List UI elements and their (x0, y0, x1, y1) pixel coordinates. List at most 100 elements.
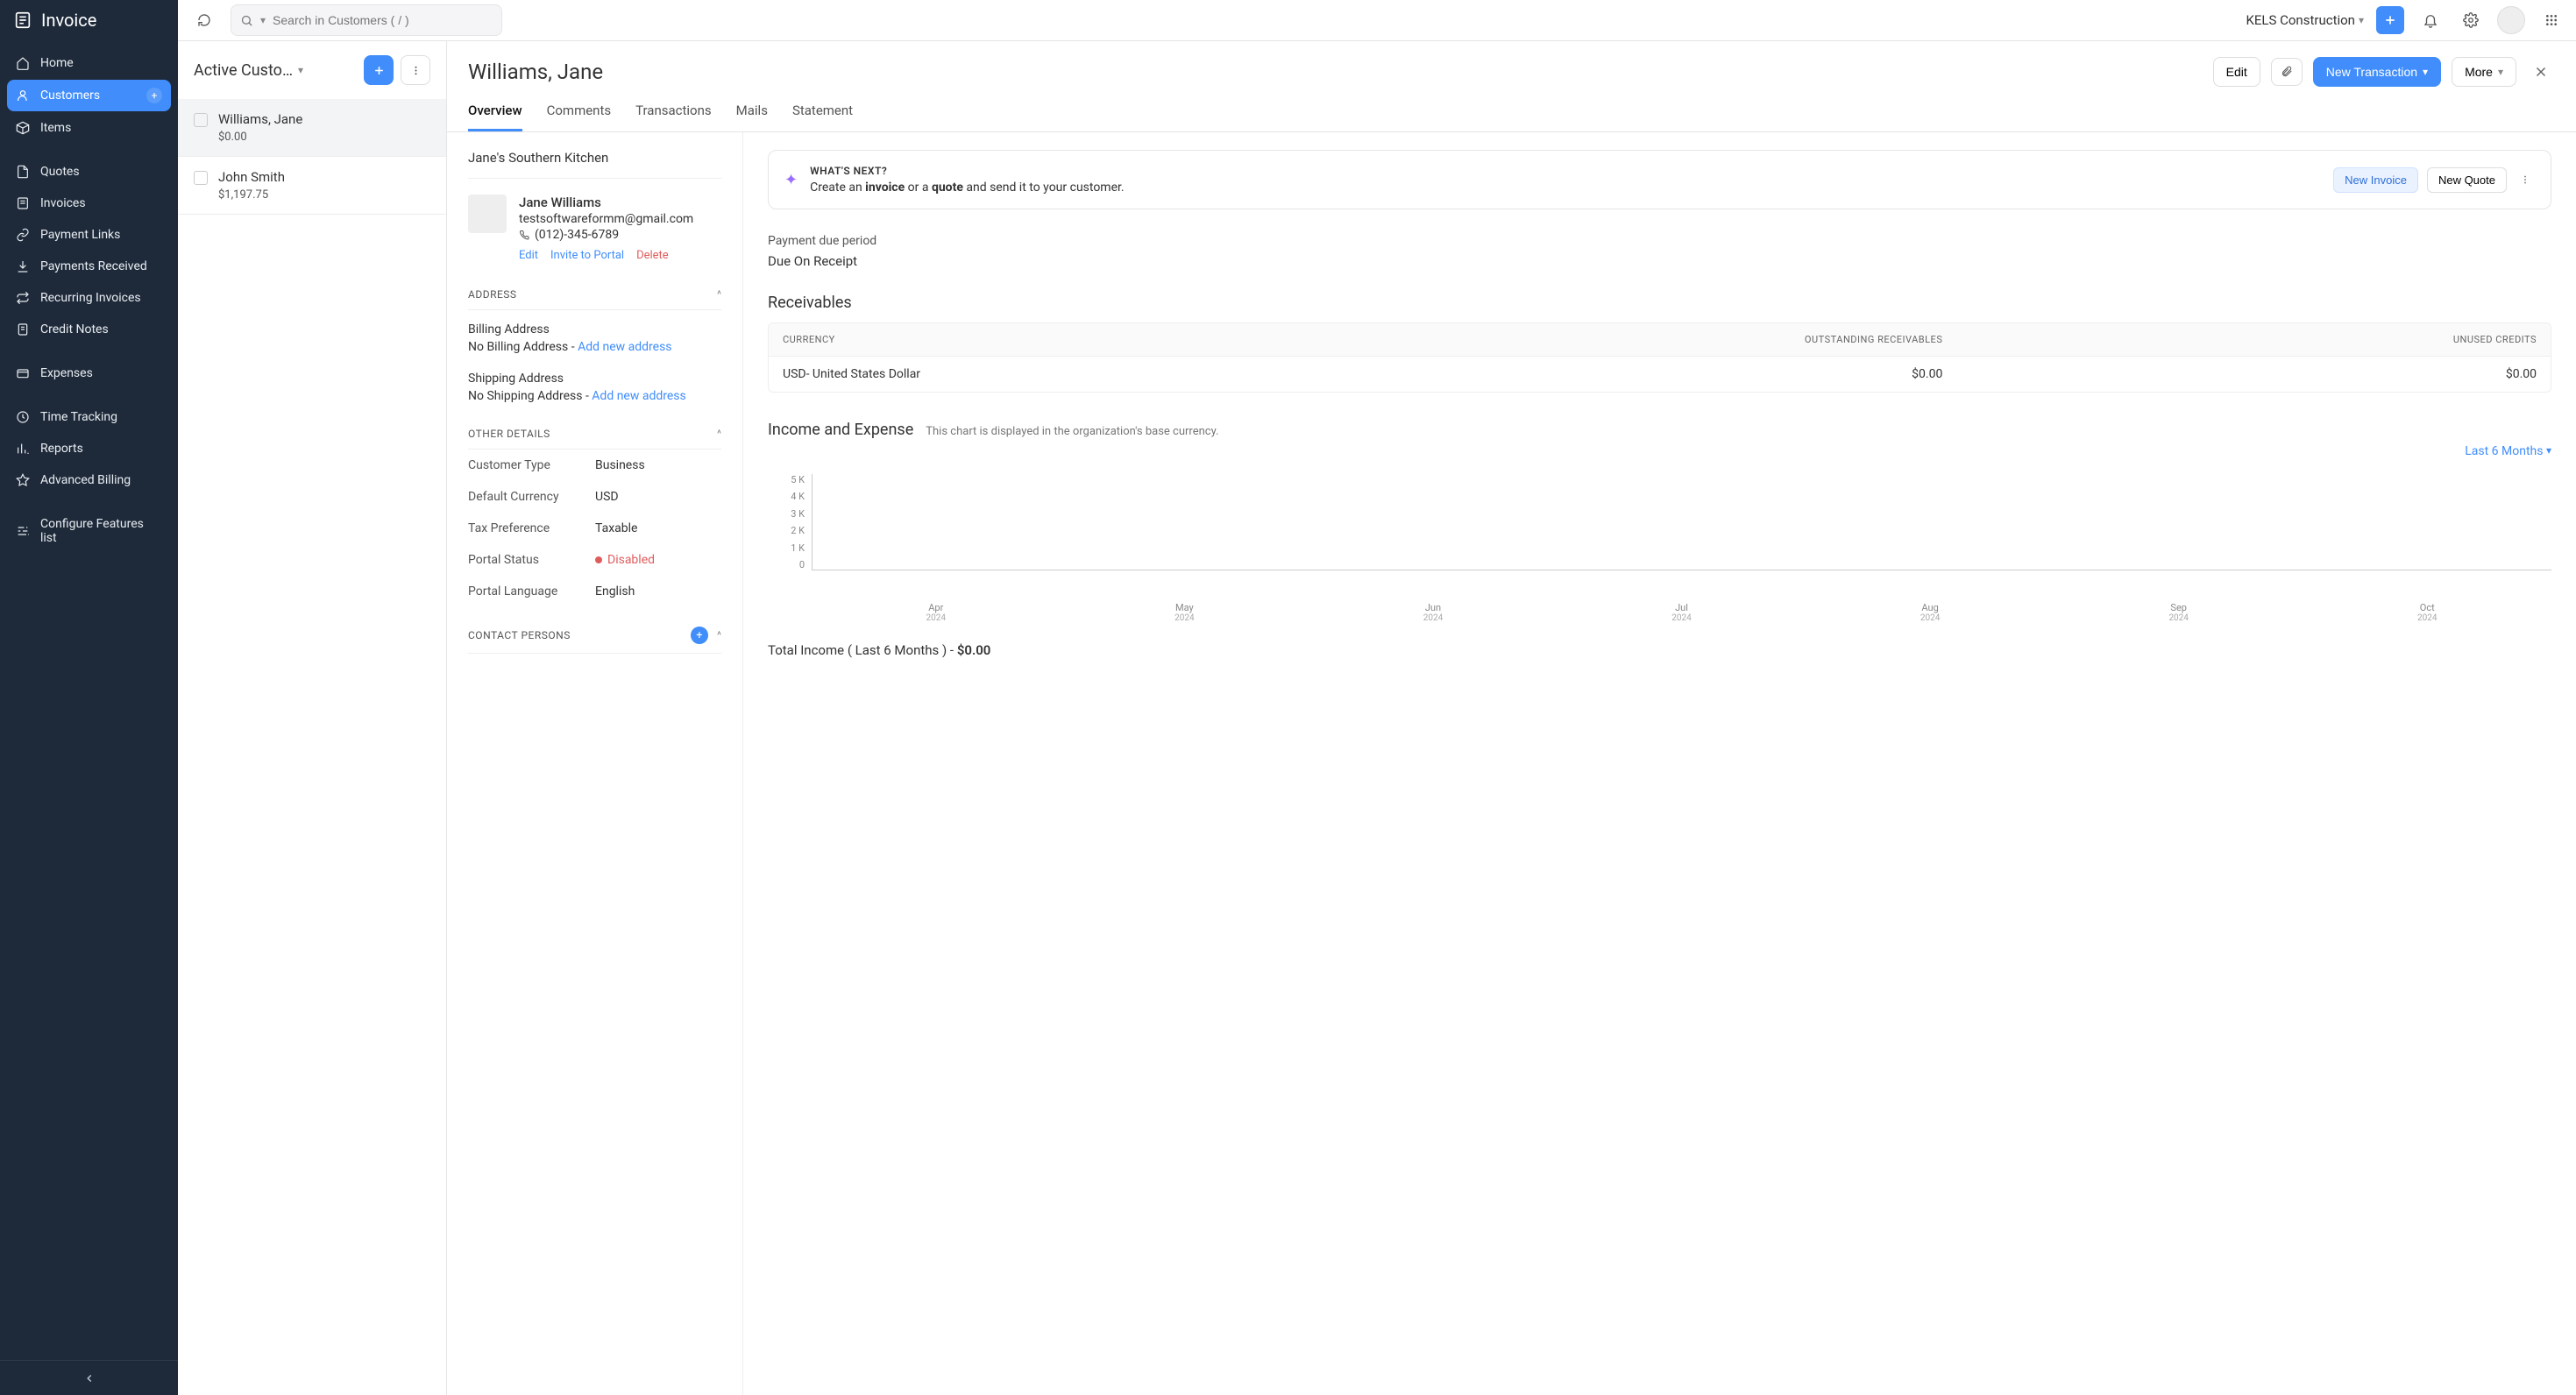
sidebar-item-home[interactable]: Home (7, 48, 171, 78)
contact-email: testsoftwareformm@gmail.com (519, 212, 693, 226)
invoice-icon (16, 196, 30, 210)
sidebar-item-configure[interactable]: Configure Features list (7, 509, 171, 553)
sidebar-label: Advanced Billing (40, 473, 131, 487)
notifications-button[interactable] (2416, 6, 2445, 34)
close-button[interactable] (2527, 58, 2555, 86)
row-checkbox[interactable] (194, 171, 208, 185)
tab-transactions[interactable]: Transactions (635, 103, 712, 131)
sidebar-item-recurring-invoices[interactable]: Recurring Invoices (7, 283, 171, 313)
tab-statement[interactable]: Statement (792, 103, 853, 131)
chevron-down-icon: ▾ (2423, 66, 2428, 78)
bell-icon (2423, 12, 2438, 28)
org-switcher[interactable]: KELS Construction ▾ (2246, 12, 2364, 28)
apps-grid-button[interactable] (2537, 6, 2565, 34)
tab-mails[interactable]: Mails (736, 103, 768, 131)
sidebar-label: Configure Features list (40, 517, 162, 545)
due-period-label: Payment due period (768, 234, 2551, 248)
x-tick: Sep2024 (2054, 602, 2303, 623)
sidebar-item-items[interactable]: Items (7, 113, 171, 143)
other-details-section-toggle[interactable]: OTHER DETAILS ^ (468, 417, 721, 450)
chevron-up-icon: ^ (717, 629, 721, 641)
row-checkbox[interactable] (194, 113, 208, 127)
y-tick: 2 K (791, 525, 805, 536)
table-cell: USD- United States Dollar (769, 356, 1363, 392)
shipping-address-empty: No Shipping Address - (468, 389, 592, 403)
global-add-button[interactable] (2376, 6, 2404, 34)
section-title: OTHER DETAILS (468, 428, 550, 440)
contact-persons-section-toggle[interactable]: CONTACT PERSONS + ^ (468, 616, 721, 654)
new-invoice-button[interactable]: New Invoice (2333, 167, 2418, 193)
refresh-button[interactable] (188, 4, 220, 36)
contact-edit-link[interactable]: Edit (519, 249, 538, 262)
y-tick: 5 K (791, 474, 805, 485)
sidebar-item-advanced-billing[interactable]: Advanced Billing (7, 465, 171, 495)
attachment-button[interactable] (2271, 58, 2303, 86)
tab-overview[interactable]: Overview (468, 103, 522, 131)
sidebar-item-credit-notes[interactable]: Credit Notes (7, 315, 171, 344)
new-transaction-button[interactable]: New Transaction ▾ (2313, 57, 2441, 87)
section-title: CONTACT PERSONS (468, 629, 571, 641)
address-section-toggle[interactable]: ADDRESS ^ (468, 278, 721, 310)
user-avatar[interactable] (2497, 6, 2525, 34)
whats-next-more-button[interactable] (2516, 166, 2535, 194)
clock-icon (16, 410, 30, 424)
edit-button[interactable]: Edit (2213, 57, 2260, 87)
sidebar-item-quotes[interactable]: Quotes (7, 157, 171, 187)
kv-key: Customer Type (468, 458, 595, 472)
kv-key: Portal Status (468, 553, 595, 567)
chart-period-filter[interactable]: Last 6 Months ▾ (768, 444, 2551, 458)
contact-delete-link[interactable]: Delete (636, 249, 669, 262)
contact-invite-link[interactable]: Invite to Portal (550, 249, 624, 262)
repeat-icon (16, 291, 30, 305)
x-tick: May2024 (1061, 602, 1309, 623)
app-logo-area[interactable]: Invoice (0, 0, 178, 41)
billing-address-label: Billing Address (468, 322, 721, 336)
list-more-button[interactable] (401, 55, 430, 85)
list-filter-dropdown[interactable]: Active Custo… ▾ (194, 61, 357, 80)
sidebar-label: Home (40, 56, 74, 70)
link-icon (16, 228, 30, 242)
new-quote-button[interactable]: New Quote (2427, 167, 2507, 193)
sidebar-item-invoices[interactable]: Invoices (7, 188, 171, 218)
sidebar-item-time-tracking[interactable]: Time Tracking (7, 402, 171, 432)
sidebar-label: Payment Links (40, 228, 120, 242)
settings-button[interactable] (2457, 6, 2485, 34)
kv-value: Business (595, 458, 645, 472)
star-icon (16, 473, 30, 487)
total-income-line: Total Income ( Last 6 Months ) - $0.00 (768, 642, 2551, 658)
chevron-down-icon: ▾ (2546, 444, 2551, 458)
contact-phone: (012)-345-6789 (535, 228, 619, 242)
chevron-left-icon (83, 1372, 96, 1384)
add-shipping-address-link[interactable]: Add new address (592, 389, 685, 403)
sidebar-item-customers[interactable]: Customers + (7, 80, 171, 111)
search-input[interactable] (273, 13, 493, 27)
org-name-label: KELS Construction (2246, 12, 2355, 28)
chart-icon (16, 442, 30, 456)
sidebar-collapse-button[interactable] (0, 1360, 178, 1395)
search-scope-chevron-icon[interactable]: ▾ (260, 14, 266, 26)
file-icon (16, 165, 30, 179)
sidebar-add-customer-button[interactable]: + (146, 88, 162, 103)
company-name: Jane's Southern Kitchen (468, 150, 721, 179)
sidebar-item-payments-received[interactable]: Payments Received (7, 251, 171, 281)
receivables-title: Receivables (768, 294, 2551, 312)
sidebar-item-reports[interactable]: Reports (7, 434, 171, 464)
customer-list-row[interactable]: John Smith $1,197.75 (178, 157, 446, 215)
add-contact-person-button[interactable]: + (691, 627, 708, 644)
sidebar-item-payment-links[interactable]: Payment Links (7, 220, 171, 250)
sidebar-label: Customers (40, 89, 100, 103)
sidebar-label: Items (40, 121, 71, 135)
tab-comments[interactable]: Comments (547, 103, 612, 131)
search-bar[interactable]: ▾ (231, 4, 502, 36)
more-button[interactable]: More ▾ (2452, 57, 2516, 87)
income-expense-subtitle: This chart is displayed in the organizat… (926, 425, 1218, 438)
table-cell: $0.00 (1363, 356, 1957, 392)
invoice-logo-icon (13, 11, 32, 30)
customer-list-row[interactable]: Williams, Jane $0.00 (178, 99, 446, 157)
add-billing-address-link[interactable]: Add new address (578, 340, 671, 354)
contact-name: Jane Williams (519, 195, 693, 210)
kv-value: English (595, 584, 635, 598)
sidebar-item-expenses[interactable]: Expenses (7, 358, 171, 388)
sidebar-label: Quotes (40, 165, 80, 179)
new-customer-button[interactable] (364, 55, 394, 85)
